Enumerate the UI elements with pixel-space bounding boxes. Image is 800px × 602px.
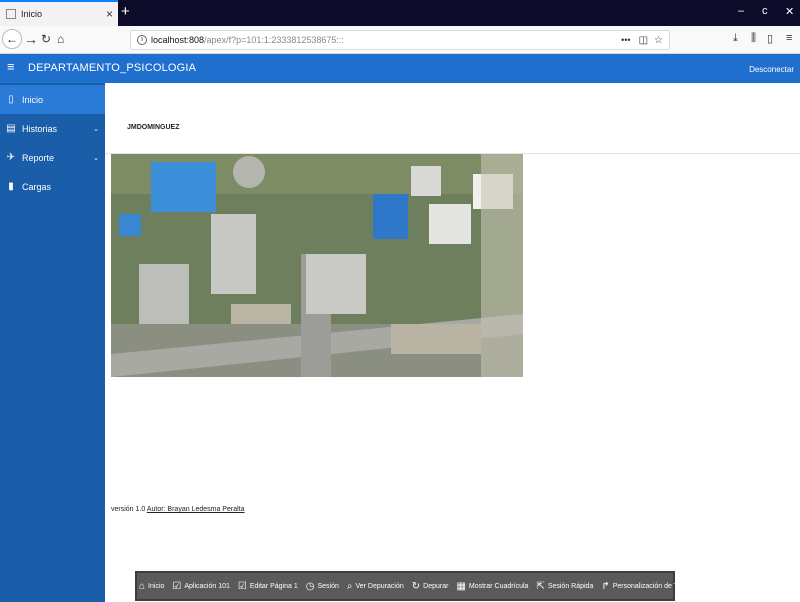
clock-icon: ◷ (305, 580, 315, 592)
bug-icon: ⌕ (346, 580, 353, 592)
dev-view-debug-button[interactable]: ⌕ Ver Depuración (347, 581, 404, 592)
url-path: /apex/f?p=101:1:2333812538675::: (204, 35, 344, 45)
tab-title: Inicio (21, 9, 43, 19)
page-favicon-icon (6, 9, 16, 19)
app-title[interactable]: DEPARTAMENTO_PSICOLOGIA (28, 62, 196, 74)
dev-session-label: Sesión (317, 582, 339, 590)
sidebar: ▯ Inicio ▤ Historias ⌄ ✈ Reporte ⌄ ▮ Car… (0, 83, 105, 602)
campus-aerial-image (111, 154, 523, 377)
quick-icon: ⇱ (536, 580, 545, 592)
dev-home-button[interactable]: ⌂ Inicio (139, 581, 164, 592)
dev-show-grid-label: Mostrar Cuadrícula (468, 582, 529, 590)
sidebar-item-label: Inicio (22, 94, 44, 105)
version-label: versión 1.0 (111, 506, 146, 513)
dev-debug-button[interactable]: ↻ Depurar (412, 581, 449, 592)
forward-icon[interactable]: → (24, 31, 38, 47)
page-actions-icon[interactable]: ••• (621, 35, 630, 45)
sidebar-icon[interactable]: ▯ (767, 32, 773, 45)
plane-icon: ✈ (6, 152, 16, 163)
developer-toolbar-items: ⌂ Inicio ☑ Aplicación 101 ☑ Editar Página 1… (139, 576, 722, 596)
sidebar-item-label: Historias (22, 123, 58, 134)
home-icon: ⌂ (139, 580, 146, 592)
menu-icon[interactable]: ≡ (786, 32, 792, 44)
dev-application-button[interactable]: ☑ Aplicación 101 (172, 581, 230, 592)
sidebar-item-cargas[interactable]: ▮ Cargas (0, 172, 105, 201)
new-tab-button[interactable]: + (121, 3, 130, 21)
dev-application-label: Aplicación 101 (184, 582, 230, 590)
minimize-icon[interactable]: – (738, 5, 744, 17)
theme-icon: ↱ (601, 580, 610, 592)
sidebar-item-label: Cargas (22, 181, 52, 192)
dev-session-button[interactable]: ◷ Sesión (306, 581, 339, 592)
dev-show-grid-button[interactable]: ▦ Mostrar Cuadrícula (456, 581, 528, 592)
chevron-down-icon[interactable]: ⌄ (93, 154, 99, 162)
dev-debug-label: Depurar (423, 582, 449, 590)
user-region (105, 83, 800, 154)
dev-view-debug-label: Ver Depuración (355, 582, 404, 590)
version-footer: versión 1.0 Autor: Brayan Ledesma Peralt… (111, 506, 244, 513)
logout-link[interactable]: Desconectar (749, 65, 794, 74)
author-link[interactable]: Autor: Brayan Ledesma Peralta (147, 506, 245, 513)
dev-quick-session-button[interactable]: ⇱ Sesión Rápida (536, 581, 593, 592)
download-icon[interactable]: ⤓ (733, 32, 738, 45)
browser-tab-strip (0, 0, 800, 26)
sidebar-item-label: Reporte (22, 152, 55, 163)
close-window-icon[interactable]: ✕ (785, 5, 794, 18)
settings-icon: ⚙ (702, 580, 712, 592)
sidebar-item-inicio[interactable]: ▯ Inicio (0, 85, 105, 114)
chevron-down-icon[interactable]: ⌄ (93, 125, 99, 133)
refresh-icon: ↻ (411, 580, 421, 592)
dev-theme-label: Personalización de Temas (612, 582, 695, 590)
document-icon: ▮ (8, 181, 14, 192)
back-icon[interactable]: ← (2, 29, 22, 49)
dev-settings-button[interactable]: ⚙ (702, 581, 714, 592)
url-bar[interactable]: i localhost:808 /apex/f?p=101:1:23338125… (130, 30, 670, 50)
current-user: JMDOMINGUEZ (127, 124, 180, 131)
dev-edit-page-button[interactable]: ☑ Editar Página 1 (238, 581, 298, 592)
home-icon[interactable]: ⌂ (57, 31, 64, 47)
sidebar-item-reporte[interactable]: ✈ Reporte ⌄ (0, 143, 105, 172)
bookmark-star-icon[interactable]: ☆ (654, 35, 663, 46)
sidebar-item-historias[interactable]: ▤ Historias ⌄ (0, 114, 105, 143)
dev-quick-session-label: Sesión Rápida (547, 582, 594, 590)
dev-home-label: Inicio (148, 582, 165, 590)
url-host: localhost:808 (151, 35, 205, 45)
dev-theme-button[interactable]: ↱ Personalización de Temas (601, 581, 694, 592)
edit-page-icon: ☑ (237, 580, 247, 592)
reload-icon[interactable]: ↻ (41, 31, 51, 47)
list-icon: ▤ (6, 123, 16, 134)
browser-tab[interactable]: Inicio × (0, 0, 118, 26)
site-info-icon[interactable]: i (137, 35, 147, 45)
library-icon[interactable]: ⫼ (751, 32, 756, 45)
pocket-icon[interactable]: ◫ (639, 35, 648, 46)
edit-icon: ☑ (172, 580, 182, 592)
hamburger-menu-icon[interactable]: ≡ (7, 60, 15, 74)
restore-icon[interactable]: ᴄ (762, 5, 768, 17)
grid-icon: ▦ (456, 580, 466, 592)
file-icon: ▯ (8, 94, 14, 105)
tab-close-icon[interactable]: × (106, 7, 113, 21)
dev-edit-page-label: Editar Página 1 (249, 582, 298, 590)
